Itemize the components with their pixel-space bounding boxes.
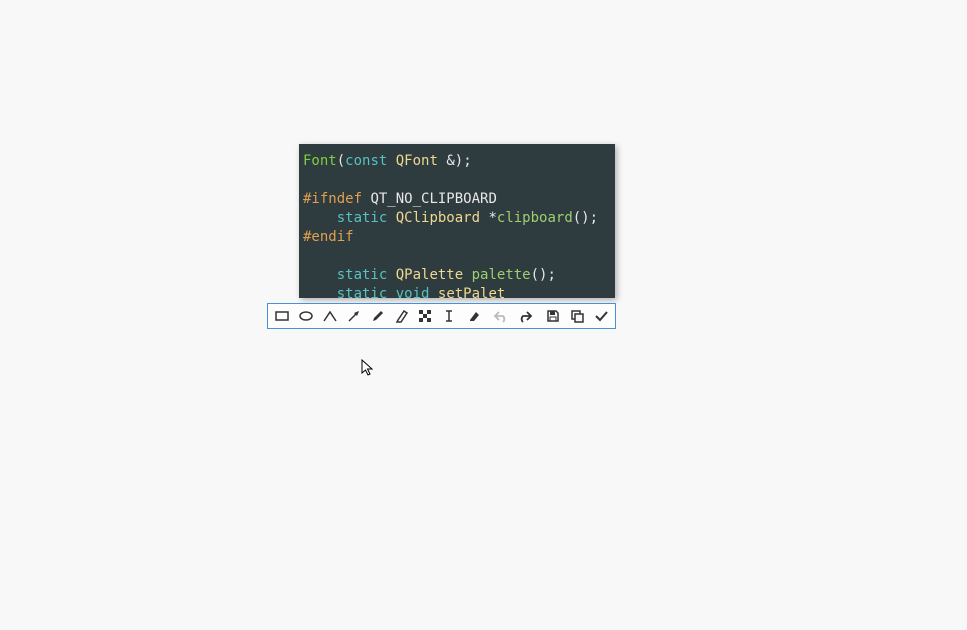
code-token: const	[345, 153, 387, 169]
code-token: QT_NO_CLIPBOARD	[370, 191, 496, 207]
code-token: static	[337, 210, 388, 226]
code-token: &);	[438, 153, 472, 169]
code-token: Font	[303, 153, 337, 169]
ellipse-tool-button[interactable]	[295, 305, 317, 327]
mouse-cursor	[361, 359, 375, 377]
arrow-icon	[346, 308, 362, 324]
redo-button[interactable]	[514, 305, 536, 327]
code-token	[463, 267, 471, 283]
rectangle-tool-button[interactable]	[271, 305, 293, 327]
undo-button[interactable]	[490, 305, 512, 327]
rectangle-icon	[274, 308, 290, 324]
code-token: #endif	[303, 229, 354, 245]
code-token: clipboard	[497, 210, 573, 226]
code-token: QClipboard	[396, 210, 480, 226]
copy-button[interactable]	[566, 305, 588, 327]
copy-icon	[569, 308, 585, 324]
check-icon	[593, 308, 609, 324]
code-token: *	[480, 210, 497, 226]
code-token	[303, 286, 337, 298]
marker-icon	[394, 308, 410, 324]
code-token	[387, 153, 395, 169]
code-token: ();	[573, 210, 598, 226]
undo-icon	[493, 308, 509, 324]
code-token: void	[396, 286, 430, 298]
code-token	[303, 267, 337, 283]
code-token: palette	[472, 267, 531, 283]
code-token: static	[337, 267, 388, 283]
save-button[interactable]	[542, 305, 564, 327]
toolbar-separator	[486, 307, 488, 325]
code-token	[387, 210, 395, 226]
code-token: #ifndef	[303, 191, 362, 207]
line-tool-button[interactable]	[319, 305, 341, 327]
arrow-tool-button[interactable]	[343, 305, 365, 327]
ok-button[interactable]	[590, 305, 612, 327]
code-token: static	[337, 286, 388, 298]
text-icon	[441, 308, 457, 324]
code-token	[387, 267, 395, 283]
line-icon	[322, 308, 338, 324]
eraser-icon	[465, 308, 481, 324]
code-token	[429, 286, 437, 298]
code-token: ();	[531, 267, 556, 283]
pixelate-tool-button[interactable]	[415, 305, 437, 327]
code-token: (	[337, 153, 345, 169]
pencil-tool-button[interactable]	[367, 305, 389, 327]
code-snippet: Font(const QFont &); #ifndef QT_NO_CLIPB…	[299, 144, 615, 298]
pixelate-icon	[417, 308, 433, 324]
code-token: setPalet	[438, 286, 505, 298]
eraser-tool-button[interactable]	[462, 305, 484, 327]
code-token	[303, 210, 337, 226]
code-token: QFont	[396, 153, 438, 169]
code-token	[387, 286, 395, 298]
toolbar-separator	[538, 307, 540, 325]
code-token: QPalette	[396, 267, 463, 283]
redo-icon	[517, 308, 533, 324]
pencil-icon	[370, 308, 386, 324]
annotation-toolbar	[267, 303, 616, 329]
ellipse-icon	[298, 308, 314, 324]
marker-tool-button[interactable]	[391, 305, 413, 327]
save-icon	[545, 308, 561, 324]
text-tool-button[interactable]	[438, 305, 460, 327]
